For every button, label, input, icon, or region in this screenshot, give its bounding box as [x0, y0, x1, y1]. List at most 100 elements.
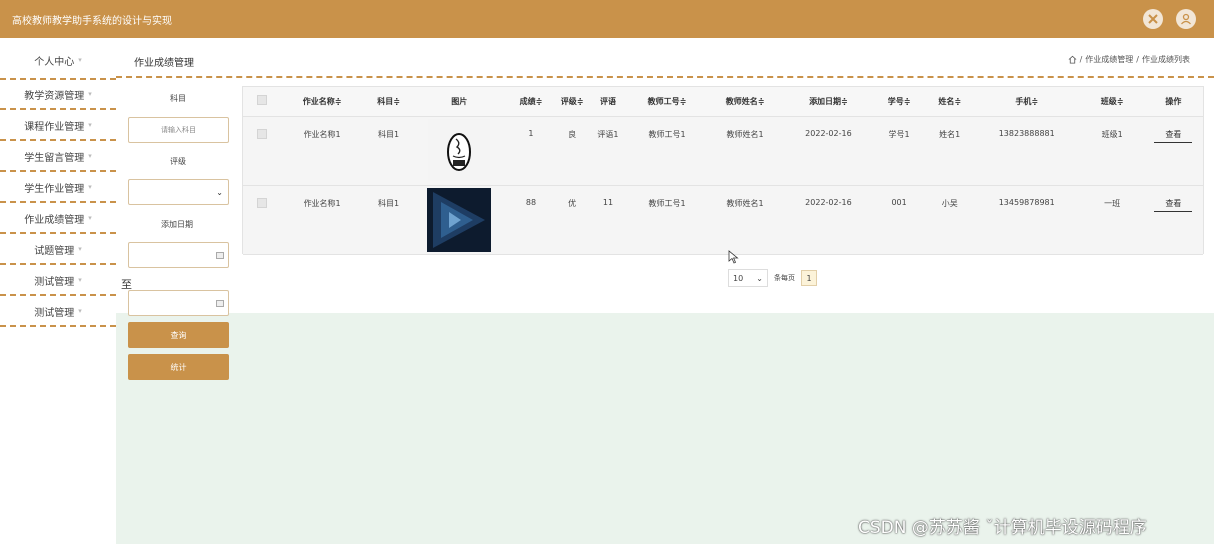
java-logo-image[interactable]: [428, 118, 491, 181]
page-title: 作业成绩管理: [134, 58, 194, 69]
user-icon[interactable]: [1176, 9, 1196, 29]
col-header[interactable]: 教师姓名≑: [705, 87, 786, 117]
subject-input[interactable]: 请输入科目: [128, 117, 229, 143]
sidebar-item-label: 测试管理: [34, 276, 75, 288]
select-all-checkbox[interactable]: [256, 95, 267, 106]
sidebar-item-label: 学生留言管理: [24, 152, 85, 164]
col-header[interactable]: 科目≑: [363, 87, 414, 117]
row-checkbox[interactable]: [256, 128, 267, 139]
subject-label: 科目: [170, 94, 186, 103]
calendar-icon: [216, 299, 224, 307]
sidebar-item-exam-questions[interactable]: 试题管理 ▾: [0, 235, 116, 265]
home-icon[interactable]: [1068, 55, 1077, 64]
cell-date: 2022-02-16: [785, 185, 872, 255]
chevron-down-icon: ▾: [88, 121, 92, 129]
sidebar-item-tests[interactable]: 测试管理 ▾: [0, 266, 116, 296]
sidebar-item-label: 教学资源管理: [24, 90, 85, 102]
chevron-down-icon: ⌄: [756, 273, 763, 283]
cell-teacher-name: 教师姓名1: [705, 185, 786, 255]
col-header[interactable]: 添加日期≑: [785, 87, 872, 117]
cell-subject: 科目1: [363, 185, 414, 255]
start-date-input[interactable]: [128, 242, 229, 268]
cell-subject: 科目1: [363, 116, 414, 186]
cell-phone: 13459878981: [972, 185, 1081, 255]
col-header[interactable]: 手机≑: [972, 87, 1081, 117]
col-header[interactable]: 教师工号≑: [629, 87, 705, 117]
cell-grade: 良: [557, 116, 587, 186]
subject-placeholder: 请输入科目: [161, 126, 196, 134]
sidebar-item-homework-scores[interactable]: 作业成绩管理 ▾: [0, 204, 116, 234]
page-header: 作业成绩管理 / 作业成绩管理 / 作业成绩列表: [116, 38, 1214, 78]
breadcrumb-separator: /: [1136, 55, 1139, 64]
chevron-down-icon: ▾: [88, 152, 92, 160]
cell-date: 2022-02-16: [785, 116, 872, 186]
col-header: 评语: [586, 87, 630, 117]
sidebar-item-personal-center[interactable]: 个人中心 ▾: [0, 42, 116, 80]
sidebar-item-tests-2[interactable]: 测试管理 ▾: [0, 297, 116, 327]
app-title: 高校教师教学助手系统的设计与实现: [12, 15, 172, 27]
code-image[interactable]: [427, 187, 492, 252]
chevron-down-icon: ▾: [78, 56, 82, 64]
cell-teacher-id: 教师工号1: [629, 116, 705, 186]
grade-select[interactable]: ⌄: [128, 179, 229, 205]
sidebar-item-label: 学生作业管理: [24, 183, 85, 195]
cell-image: [413, 185, 505, 255]
mouse-cursor-icon: [728, 250, 739, 264]
sidebar-item-student-messages[interactable]: 学生留言管理 ▾: [0, 142, 116, 172]
chevron-down-icon: ▾: [78, 245, 82, 253]
pagination: 10 ⌄ 条每页 1: [728, 269, 817, 287]
page-size-select[interactable]: 10 ⌄: [728, 269, 768, 287]
close-fullscreen-icon[interactable]: [1143, 9, 1163, 29]
end-date-input[interactable]: [128, 290, 229, 316]
stats-button[interactable]: 统计: [128, 354, 229, 380]
top-bar: 高校教师教学助手系统的设计与实现: [0, 0, 1214, 38]
breadcrumb: / 作业成绩管理 / 作业成绩列表: [1068, 54, 1190, 65]
table-row: 作业名称1 科目1 1 良 评语1 教师工号1 教师姓名1 2022-02-16…: [243, 116, 1203, 186]
breadcrumb-level1[interactable]: 作业成绩管理: [1085, 54, 1133, 65]
breadcrumb-separator: /: [1079, 55, 1083, 64]
cell-image: [413, 116, 505, 186]
col-header[interactable]: 评级≑: [557, 87, 587, 117]
sidebar-item-label: 课程作业管理: [24, 121, 85, 133]
chevron-down-icon: ⌄: [216, 188, 223, 197]
cell-comment: 评语1: [586, 116, 630, 186]
table-header-row: 作业名称≑ 科目≑ 图片 成绩≑ 评级≑ 评语 教师工号≑ 教师姓名≑ 添加日期…: [243, 87, 1203, 117]
cell-student-name: 姓名1: [926, 116, 973, 186]
col-header[interactable]: 成绩≑: [504, 87, 558, 117]
view-button[interactable]: 查看: [1154, 198, 1193, 212]
view-button[interactable]: 查看: [1154, 129, 1193, 143]
sidebar-item-label: 测试管理: [34, 307, 75, 319]
chevron-down-icon: ▾: [88, 183, 92, 191]
cell-score: 1: [504, 116, 558, 186]
cell-name: 作业名称1: [280, 185, 364, 255]
cell-class: 班级1: [1080, 116, 1144, 186]
col-header[interactable]: 姓名≑: [926, 87, 973, 117]
chevron-down-icon: ▾: [78, 307, 82, 315]
row-checkbox[interactable]: [256, 197, 267, 208]
sidebar-item-course-homework[interactable]: 课程作业管理 ▾: [0, 111, 116, 141]
sidebar-item-teaching-resources[interactable]: 教学资源管理 ▾: [0, 80, 116, 110]
col-header: 图片: [413, 87, 505, 117]
sidebar-item-label: 个人中心: [34, 56, 75, 68]
sidebar-item-label: 作业成绩管理: [24, 214, 85, 226]
sidebar-item-student-homework[interactable]: 学生作业管理 ▾: [0, 173, 116, 203]
per-page-label: 条每页: [774, 274, 795, 282]
col-header[interactable]: 作业名称≑: [280, 87, 364, 117]
cell-action: 查看: [1143, 185, 1203, 255]
cell-class: 一班: [1080, 185, 1144, 255]
sidebar-item-label: 试题管理: [34, 245, 75, 257]
col-header[interactable]: 学号≑: [871, 87, 927, 117]
table-row: 作业名称1 科目1 88 优 11 教师工号1 教师姓名1 2022-02-16…: [243, 185, 1203, 255]
content-background: [116, 313, 1214, 544]
search-button[interactable]: 查询: [128, 322, 229, 348]
col-header: 操作: [1143, 87, 1203, 117]
cell-name: 作业名称1: [280, 116, 364, 186]
chevron-down-icon: ▾: [78, 276, 82, 284]
col-header[interactable]: 班级≑: [1080, 87, 1144, 117]
cell-comment: 11: [586, 185, 630, 255]
page-number-button[interactable]: 1: [801, 270, 817, 286]
cell-teacher-name: 教师姓名1: [705, 116, 786, 186]
cell-action: 查看: [1143, 116, 1203, 186]
cell-student-id: 学号1: [871, 116, 927, 186]
cell-student-id: 001: [871, 185, 927, 255]
